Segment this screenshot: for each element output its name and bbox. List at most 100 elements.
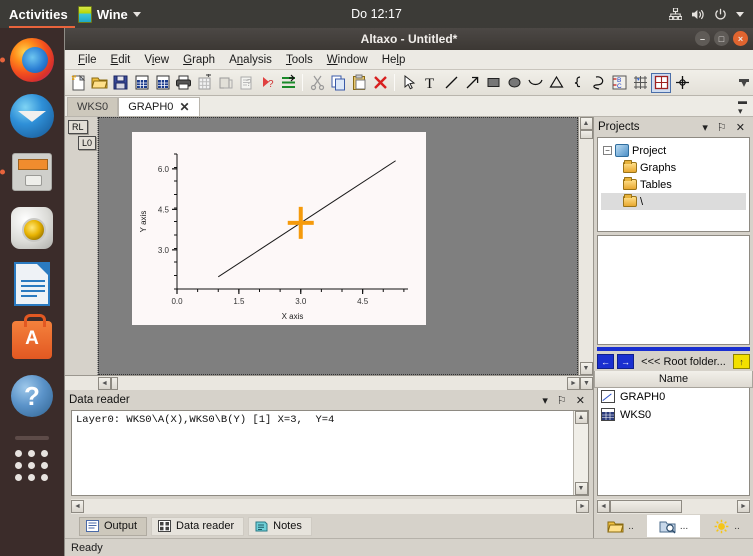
- scroll-thumb[interactable]: [610, 500, 682, 513]
- menu-analysis[interactable]: Analysis: [222, 52, 279, 68]
- worksheet-grid-icon[interactable]: [194, 73, 214, 93]
- data-reader-text[interactable]: Layer0: WKS0\A(X),WKS0\B(Y) [1] X=3, Y=4: [72, 411, 573, 495]
- close-icon[interactable]: ✕: [736, 121, 745, 134]
- menu-view[interactable]: View: [137, 52, 176, 68]
- nav-back-button[interactable]: ←: [597, 354, 614, 369]
- tree-node-tables[interactable]: Tables: [601, 176, 746, 193]
- menu-tools[interactable]: Tools: [279, 52, 320, 68]
- menu-graph[interactable]: Graph: [176, 52, 222, 68]
- nav-up-button[interactable]: ↑: [733, 354, 750, 369]
- new-worksheet-icon[interactable]: [131, 73, 151, 93]
- dock-item-thunderbird[interactable]: [8, 92, 56, 140]
- close-button[interactable]: ×: [733, 31, 748, 46]
- minimize-button[interactable]: –: [695, 31, 710, 46]
- scroll-right-button[interactable]: ►: [576, 500, 589, 513]
- copy-icon[interactable]: [328, 73, 348, 93]
- dock-item-firefox[interactable]: [0, 36, 56, 84]
- freehand-icon[interactable]: [588, 73, 608, 93]
- graph-vertical-scrollbar[interactable]: ▲ ▼: [578, 117, 593, 375]
- data-reader-vertical-scrollbar[interactable]: ▲ ▼: [573, 411, 588, 495]
- help-list-icon[interactable]: ?: [236, 73, 256, 93]
- crosshair-icon[interactable]: [672, 73, 692, 93]
- duplicate-icon[interactable]: [215, 73, 235, 93]
- spline-icon[interactable]: [567, 73, 587, 93]
- graph-paper[interactable]: 3.0 4.5 6.0 0.0 1.5 3.0 4.5 X axis Y axis: [132, 132, 426, 325]
- scroll-right-button[interactable]: ►: [567, 376, 580, 390]
- nav-forward-button[interactable]: →: [617, 354, 634, 369]
- ellipse-icon[interactable]: [504, 73, 524, 93]
- panel-menu-icon[interactable]: ▾: [542, 394, 548, 407]
- menu-help[interactable]: Help: [375, 52, 413, 68]
- file-list-header-name[interactable]: Name: [594, 370, 753, 388]
- import-icon[interactable]: [278, 73, 298, 93]
- bottom-tab-data-reader[interactable]: Data reader: [151, 516, 245, 536]
- scroll-left-button[interactable]: ◄: [98, 376, 111, 390]
- menu-edit[interactable]: Edit: [104, 52, 138, 68]
- line-icon[interactable]: [441, 73, 461, 93]
- file-list[interactable]: GRAPH0 WKS0: [597, 387, 750, 496]
- bottom-tab-notes[interactable]: Notes: [248, 516, 312, 536]
- graph-horizontal-scrollbar[interactable]: ◄ ► ▼: [65, 375, 593, 390]
- dock-item-help[interactable]: ?: [8, 372, 56, 420]
- projects-tab-search[interactable]: ...: [647, 515, 700, 537]
- system-status-area[interactable]: [668, 7, 753, 21]
- scroll-left-button[interactable]: ◄: [71, 500, 84, 513]
- tree-node-root-folder[interactable]: \: [601, 193, 746, 210]
- close-icon[interactable]: ✕: [179, 100, 189, 114]
- scroll-right-button[interactable]: ►: [737, 500, 750, 513]
- dock-item-ubuntu-software[interactable]: [8, 314, 56, 364]
- triangle-icon[interactable]: [546, 73, 566, 93]
- pin-icon[interactable]: ⚐: [557, 394, 567, 407]
- tree-node-project[interactable]: − Project: [601, 142, 746, 159]
- document-tab-wks0[interactable]: WKS0: [67, 97, 119, 116]
- scroll-down-button[interactable]: ▼: [579, 362, 593, 375]
- layer-button-rl[interactable]: RL: [68, 120, 88, 134]
- scroll-down-button[interactable]: ▼: [574, 482, 588, 495]
- paste-icon[interactable]: [349, 73, 369, 93]
- new-document-icon[interactable]: [68, 73, 88, 93]
- run-script-icon[interactable]: ?: [257, 73, 277, 93]
- save-icon[interactable]: [110, 73, 130, 93]
- arrow-icon[interactable]: [462, 73, 482, 93]
- dock-item-libreoffice-writer[interactable]: [8, 260, 56, 308]
- delete-icon[interactable]: [370, 73, 390, 93]
- dock-item-files[interactable]: [0, 148, 56, 196]
- scroll-up-button[interactable]: ▲: [579, 117, 593, 130]
- projects-tab-folders[interactable]: ..: [594, 515, 647, 537]
- close-icon[interactable]: ✕: [576, 394, 585, 407]
- scroll-thumb[interactable]: [111, 376, 118, 390]
- collapse-icon[interactable]: −: [603, 146, 612, 155]
- pointer-icon[interactable]: [399, 73, 419, 93]
- menu-file[interactable]: File: [71, 52, 104, 68]
- bind-bc-icon[interactable]: BC: [609, 73, 629, 93]
- app-menu-wine[interactable]: Wine: [77, 5, 141, 23]
- show-applications-button[interactable]: [15, 450, 49, 481]
- scroll-thumb[interactable]: [579, 130, 593, 139]
- tree-node-graphs[interactable]: Graphs: [601, 159, 746, 176]
- scroll-up-button[interactable]: ▲: [574, 411, 588, 424]
- menu-window[interactable]: Window: [320, 52, 375, 68]
- maximize-button[interactable]: □: [714, 31, 729, 46]
- projects-horizontal-scrollbar[interactable]: ◄ ►: [597, 499, 750, 514]
- rectangle-icon[interactable]: [483, 73, 503, 93]
- activities-button[interactable]: Activities: [0, 7, 78, 22]
- toolbar-overflow-icon[interactable]: ▬ ▾: [738, 75, 750, 90]
- projects-tree[interactable]: − Project Graphs Tables \: [597, 137, 750, 232]
- projects-tab-favorites[interactable]: ..: [700, 515, 753, 537]
- curve-icon[interactable]: [525, 73, 545, 93]
- scroll-left-button[interactable]: ◄: [597, 500, 610, 513]
- list-item[interactable]: WKS0: [598, 406, 749, 424]
- list-item[interactable]: GRAPH0: [598, 388, 749, 406]
- dock-item-rhythmbox[interactable]: [8, 204, 56, 252]
- layer-button-l0[interactable]: L0: [78, 136, 97, 150]
- print-icon[interactable]: [173, 73, 193, 93]
- new-graph-icon[interactable]: [152, 73, 172, 93]
- bottom-tab-output[interactable]: Output: [79, 516, 148, 536]
- document-tab-graph0[interactable]: GRAPH0 ✕: [118, 97, 200, 116]
- folder-path-label[interactable]: <<< Root folder...: [637, 356, 730, 368]
- plot-frame-icon[interactable]: [651, 72, 671, 93]
- pin-icon[interactable]: ⚐: [717, 121, 727, 134]
- grid-icon[interactable]: [630, 73, 650, 93]
- window-titlebar[interactable]: Altaxo - Untitled* – □ ×: [65, 28, 753, 50]
- tab-list-menu-icon[interactable]: ▬ ▾: [738, 96, 747, 117]
